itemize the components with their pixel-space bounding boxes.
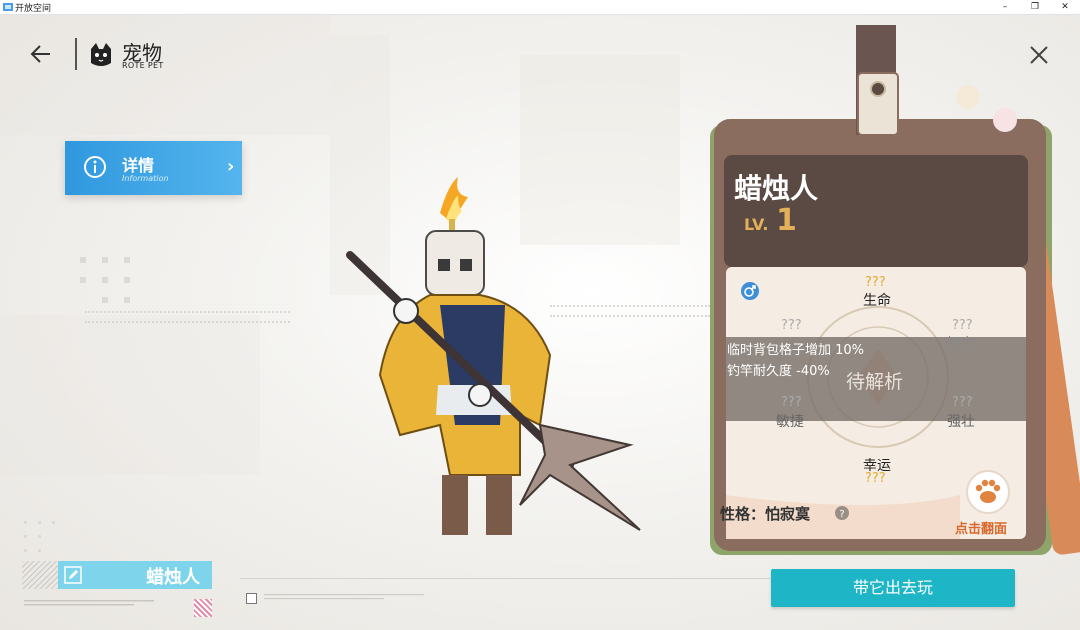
hatch-decoration bbox=[22, 561, 58, 589]
stat-luck-value: ??? bbox=[865, 471, 886, 486]
bottom-divider bbox=[240, 578, 770, 579]
app-icon bbox=[3, 3, 13, 11]
flip-card-label[interactable]: 点击翻面 bbox=[955, 518, 1007, 537]
decor-dot bbox=[124, 257, 130, 263]
decor-dotted-line bbox=[85, 311, 290, 315]
stat-unknown-value: ??? bbox=[781, 318, 802, 333]
qr-code bbox=[194, 599, 212, 617]
effect-line-1: 临时背包格子增加 10% bbox=[727, 343, 865, 358]
window-title-bar: 开放空间 – ❐ ✕ bbox=[0, 0, 1080, 15]
stat-agile-label: 敏捷 bbox=[776, 414, 804, 430]
tab-details-label: 详情 bbox=[122, 156, 155, 175]
decor-dot bbox=[24, 535, 27, 538]
effect-line-2: 钓竿耐久度 -40% bbox=[727, 364, 830, 379]
paw-flip-icon[interactable] bbox=[965, 469, 1011, 515]
edit-icon[interactable] bbox=[64, 566, 82, 584]
stat-agile-value: ??? bbox=[781, 395, 802, 410]
stat-intel-label: 智力 bbox=[947, 336, 975, 352]
level-value: 1 bbox=[776, 203, 797, 238]
pet-name-bar[interactable]: 蜡烛人 bbox=[58, 561, 212, 589]
level-prefix: LV. bbox=[744, 215, 769, 234]
decor-dot bbox=[24, 521, 27, 524]
decor-dot bbox=[24, 549, 27, 552]
restore-icon[interactable]: ❐ bbox=[1024, 0, 1046, 14]
stat-intel-value: ??? bbox=[952, 318, 973, 333]
back-arrow-icon[interactable] bbox=[28, 41, 54, 67]
tab-details[interactable]: 详情 Information › bbox=[65, 141, 242, 195]
header-divider bbox=[75, 38, 77, 70]
minimize-icon[interactable]: – bbox=[994, 0, 1016, 14]
checkbox[interactable] bbox=[246, 593, 257, 604]
pet-name: 蜡烛人 bbox=[734, 172, 819, 205]
chevron-right-icon: › bbox=[227, 156, 235, 177]
decor-dot bbox=[124, 297, 130, 303]
stat-life-value: ??? bbox=[865, 275, 886, 290]
svg-text:?: ? bbox=[839, 509, 844, 520]
decor-dot bbox=[102, 257, 108, 263]
decor-dot bbox=[124, 277, 130, 283]
decor-dot bbox=[38, 521, 41, 524]
stat-strong-label: 强壮 bbox=[947, 414, 975, 430]
decor-dotted-line bbox=[85, 321, 290, 325]
pet-scene: 宠物 ROTE PET 详情 Information › 蜡烛人 LV. 1 ?… bbox=[0, 15, 1080, 630]
window-close-icon[interactable]: ✕ bbox=[1054, 0, 1076, 14]
decor-dot bbox=[102, 277, 108, 283]
pet-name-bar-label: 蜡烛人 bbox=[146, 567, 200, 588]
fine-print-decoration bbox=[24, 600, 154, 606]
window-title: 开放空间 bbox=[15, 4, 52, 14]
decor-dot bbox=[52, 521, 55, 524]
personality: 性格：怕寂寞 bbox=[720, 505, 811, 523]
pet-card: 残缺 蜡烛人 LV. 1 ??? 生命 ??? ??? 智力 临时背包格子增加 … bbox=[700, 25, 1080, 575]
background-shape bbox=[0, 315, 260, 475]
stat-strong-value: ??? bbox=[952, 395, 973, 410]
pet-illustration bbox=[346, 177, 641, 535]
decor-dot bbox=[80, 277, 86, 283]
info-icon bbox=[84, 156, 106, 178]
decor-dot bbox=[102, 297, 108, 303]
decor-dot bbox=[80, 257, 86, 263]
take-out-to-play-button[interactable]: 带它出去玩 bbox=[771, 569, 1015, 607]
cat-icon bbox=[91, 43, 111, 66]
background-shape bbox=[0, 15, 330, 135]
decor-dot bbox=[38, 535, 41, 538]
tab-details-sublabel: Information bbox=[122, 174, 169, 183]
stat-life-label: 生命 bbox=[863, 293, 891, 309]
pending-analysis: 待解析 bbox=[846, 371, 904, 393]
fine-print-decoration bbox=[264, 594, 424, 600]
help-icon[interactable]: ? bbox=[834, 505, 850, 521]
male-gender-icon bbox=[741, 282, 759, 300]
page-subtitle: ROTE PET bbox=[122, 61, 164, 70]
decor-dot bbox=[38, 549, 41, 552]
